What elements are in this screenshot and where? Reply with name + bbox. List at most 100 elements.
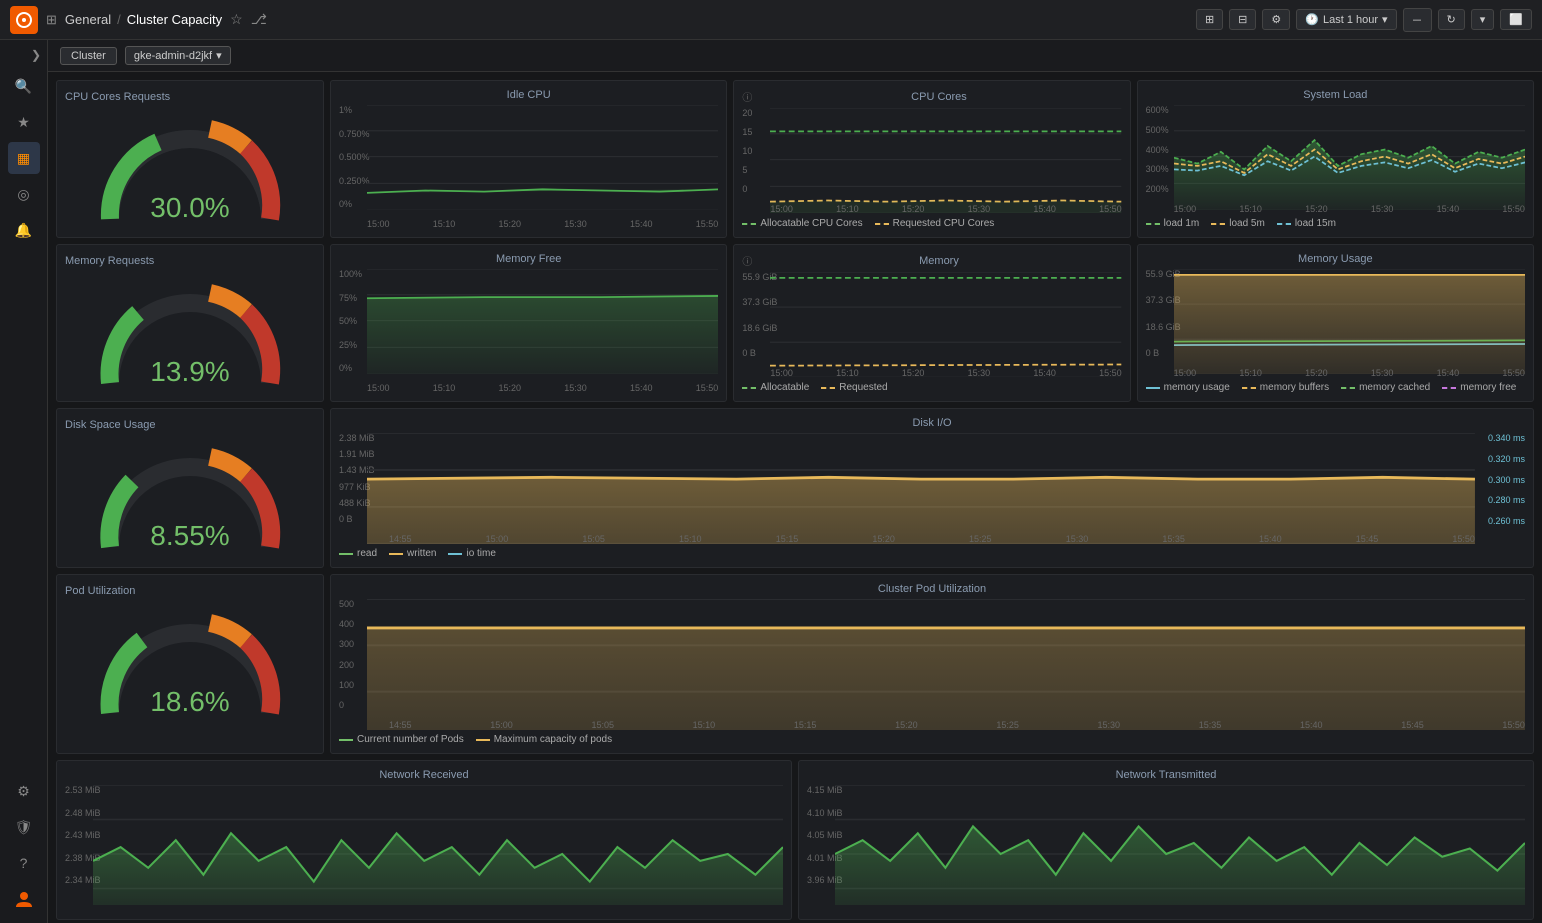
net-trans-area: 4.15 MiB4.10 MiB4.05 MiB4.01 MiB3.96 MiB	[807, 785, 1525, 905]
idle-cpu-title: Idle CPU	[339, 89, 718, 101]
tv-mode-button[interactable]: ⬜	[1500, 9, 1532, 30]
gauge-memory-wrap: 13.9%	[90, 273, 290, 393]
sidebar-item-user[interactable]	[8, 883, 40, 915]
sidebar-item-shield[interactable]: 🛡	[8, 811, 40, 843]
legend-io-time: io time	[448, 548, 495, 559]
legend-allocatable-cpu-dot	[742, 223, 756, 225]
disk-io-legend: read written io time	[339, 548, 1525, 559]
app-layout: ❯ 🔍 ★ ▦ ◎ 🔔 ⚙ 🛡 ? Cluster gke-admin-d2jk…	[0, 40, 1542, 923]
legend-requested-mem-label: Requested	[839, 382, 887, 393]
legend-allocatable-mem: Allocatable	[742, 382, 809, 393]
memory-title: Memory	[756, 255, 1121, 267]
info-icon[interactable]: ⓘ	[742, 89, 752, 104]
row-2: Memory Requests 13.9% Memory	[56, 244, 1534, 402]
info-icon-2[interactable]: ⓘ	[742, 253, 752, 268]
net-trans-title: Network Transmitted	[807, 769, 1525, 781]
gauge-cpu-cores-requests: CPU Cores Requests	[56, 80, 324, 238]
pod-util-x-labels: 14:5515:0015:0515:1015:1515:2015:2515:30…	[389, 720, 1525, 730]
settings-button[interactable]: ⚙	[1262, 9, 1290, 30]
memory-free-header: Memory Free	[339, 253, 718, 265]
cpu-cores-x-labels: 15:0015:1015:2015:3015:4015:50	[770, 204, 1121, 214]
legend-load1m-dot	[1146, 223, 1160, 225]
net-recv-svg	[93, 785, 783, 905]
time-range-button[interactable]: 🕐 Last 1 hour ▾	[1296, 9, 1396, 30]
gauge-disk-wrap: 8.55%	[90, 437, 290, 557]
legend-current-pods: Current number of Pods	[339, 734, 464, 745]
gauge-pod-utilization: Pod Utilization 18.6%	[56, 574, 324, 754]
legend-load5m: load 5m	[1211, 218, 1265, 229]
sidebar-item-settings[interactable]: ⚙	[8, 775, 40, 807]
net-recv-title: Network Received	[65, 769, 783, 781]
share-icon[interactable]: ⎇	[251, 11, 267, 28]
more-options-button[interactable]: ▾	[1471, 9, 1495, 30]
memory-usage-svg	[1174, 269, 1525, 374]
time-range-label: Last 1 hour	[1323, 14, 1378, 26]
pod-util-title: Cluster Pod Utilization	[339, 583, 1525, 595]
legend-requested-mem: Requested	[821, 382, 887, 393]
gauge-disk-value: 8.55%	[150, 520, 229, 552]
app-logo	[10, 6, 38, 34]
cpu-cores-header: ⓘ CPU Cores	[742, 89, 1121, 104]
filter-node-label: gke-admin-d2jkf	[134, 50, 212, 62]
refresh-button[interactable]: ↻	[1438, 9, 1465, 30]
memory-usage-header: Memory Usage	[1146, 253, 1525, 265]
table-view-button[interactable]: ⊟	[1229, 9, 1256, 30]
legend-current-pods-label: Current number of Pods	[357, 734, 464, 745]
sidebar-toggle[interactable]: ❯	[0, 48, 47, 62]
sidebar-item-alerts[interactable]: 🔔	[8, 214, 40, 246]
sidebar-item-dashboard[interactable]: ▦	[8, 142, 40, 174]
sidebar: ❯ 🔍 ★ ▦ ◎ 🔔 ⚙ 🛡 ?	[0, 40, 48, 923]
star-icon[interactable]: ☆	[230, 11, 243, 28]
legend-requested-cpu: Requested CPU Cores	[875, 218, 995, 229]
legend-io-time-dot	[448, 553, 462, 555]
legend-requested-mem-dot	[821, 387, 835, 389]
disk-io-svg	[367, 433, 1475, 544]
sidebar-item-starred[interactable]: ★	[8, 106, 40, 138]
legend-mem-buffers-dot	[1242, 387, 1256, 389]
sidebar-item-help[interactable]: ?	[8, 847, 40, 879]
sidebar-item-search[interactable]: 🔍	[8, 70, 40, 102]
row-4: Pod Utilization 18.6% Cluster	[56, 574, 1534, 754]
legend-mem-usage-label: memory usage	[1164, 382, 1230, 393]
chart-cpu-cores: ⓘ CPU Cores 20151050	[733, 80, 1130, 238]
chart-pod-utilization: Cluster Pod Utilization 5004003002001000	[330, 574, 1534, 754]
gauge-cpu-wrap: 30.0%	[90, 109, 290, 229]
filter-node-chevron: ▾	[216, 49, 222, 62]
net-recv-header: Network Received	[65, 769, 783, 781]
sidebar-item-explore[interactable]: ◎	[8, 178, 40, 210]
legend-allocatable-mem-label: Allocatable	[760, 382, 809, 393]
pod-util-legend: Current number of Pods Maximum capacity …	[339, 734, 1525, 745]
net-recv-area: 2.53 MiB2.48 MiB2.43 MiB2.38 MiB2.34 MiB	[65, 785, 783, 905]
legend-load5m-label: load 5m	[1229, 218, 1265, 229]
gauge-cpu-value: 30.0%	[150, 192, 229, 224]
filter-node-select[interactable]: gke-admin-d2jkf ▾	[125, 46, 231, 65]
filter-cluster-tag[interactable]: Cluster	[60, 47, 117, 65]
breadcrumb-home[interactable]: General	[65, 12, 111, 27]
legend-allocatable-cpu: Allocatable CPU Cores	[742, 218, 862, 229]
chart-idle-cpu: Idle CPU 1%0.750%0.500%0.250%0%	[330, 80, 727, 238]
memory-free-x-labels: 15:0015:1015:2015:3015:4015:50	[367, 383, 718, 393]
dashboard: CPU Cores Requests	[48, 72, 1542, 923]
chart-disk-io: Disk I/O 2.38 MiB1.91 MiB1.43 MiB977 KiB…	[330, 408, 1534, 568]
system-load-svg	[1174, 105, 1525, 210]
legend-read-dot	[339, 553, 353, 555]
legend-mem-free: memory free	[1442, 382, 1516, 393]
dashboard-view-button[interactable]: ⊞	[1196, 9, 1223, 30]
row-5: Network Received 2.53 MiB2.48 MiB2.43 Mi…	[56, 760, 1534, 920]
zoom-out-button[interactable]: －	[1403, 8, 1432, 32]
legend-read: read	[339, 548, 377, 559]
cpu-cores-y-labels: 20151050	[742, 108, 752, 196]
legend-read-label: read	[357, 548, 377, 559]
disk-io-area: 2.38 MiB1.91 MiB1.43 MiB977 KiB488 KiB0 …	[339, 433, 1525, 544]
chart-memory-usage: Memory Usage 55.9 GiB37.3 GiB18.6 GiB0 B	[1137, 244, 1534, 402]
disk-io-right-axis-svg	[1475, 433, 1525, 533]
pod-util-y-labels: 5004003002001000	[339, 599, 354, 712]
gauge-cpu-title: CPU Cores Requests	[65, 91, 170, 103]
system-load-title: System Load	[1146, 89, 1525, 101]
gauge-disk-title: Disk Space Usage	[65, 419, 156, 431]
legend-load15m-label: load 15m	[1295, 218, 1336, 229]
legend-mem-buffers-label: memory buffers	[1260, 382, 1329, 393]
pod-util-header: Cluster Pod Utilization	[339, 583, 1525, 595]
idle-cpu-area: 1%0.750%0.500%0.250%0%	[339, 105, 718, 229]
gauge-disk-space: Disk Space Usage 8.55%	[56, 408, 324, 568]
